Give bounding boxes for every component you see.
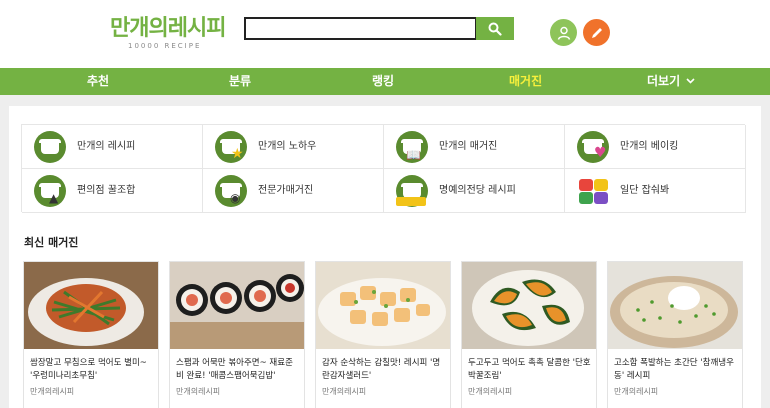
site-header: 만개의레시피 10000 RECIPE: [0, 0, 770, 68]
magazine-thumbnail: [462, 262, 596, 349]
category-label: 일단 잡숴봐: [620, 185, 670, 196]
user-icon: [557, 26, 570, 40]
category-baking[interactable]: ♥ 만개의 베이킹: [565, 125, 746, 169]
magazine-card[interactable]: 두고두고 먹어도 촉촉 달콤한 '단호박꿀조림' 만개의레시피: [461, 261, 597, 408]
category-magazine[interactable]: 📖 만개의 매거진: [384, 125, 565, 169]
category-label: 전문가매거진: [258, 185, 314, 196]
search-input[interactable]: [244, 17, 477, 40]
write-recipe-button[interactable]: [583, 19, 610, 46]
logo-text: 만개의레시피: [110, 16, 226, 41]
category-label: 만개의 베이킹: [620, 141, 679, 152]
category-just-try[interactable]: 일단 잡숴봐: [565, 169, 746, 213]
magazine-thumbnail: [608, 262, 742, 349]
pot-cupcake-icon: ♥: [577, 131, 609, 163]
magazine-card[interactable]: 스팸과 어묵만 볶아주면~ 재료준비 완료! '매콤스팸어묵김밥' 만개의레시피: [169, 261, 305, 408]
magazine-title: 스팸과 어묵만 볶아주면~ 재료준비 완료! '매콤스팸어묵김밥': [176, 358, 293, 381]
magazine-title: 감자 순삭하는 감칠맛! 레시피 '명란감자샐러드': [322, 358, 441, 381]
magazine-card[interactable]: 쌈장말고 무침으로 먹어도 별미~ '우렁미나리초무침' 만개의레시피: [23, 261, 159, 408]
magazine-author: 만개의레시피: [468, 387, 513, 396]
magazine-author: 만개의레시피: [614, 387, 659, 396]
pot-star-icon: ★: [215, 131, 247, 163]
pot-9999-icon: [396, 175, 428, 207]
category-label: 만개의 노하우: [258, 141, 317, 152]
category-convenience[interactable]: ▲ 편의점 꿀조합: [22, 169, 203, 213]
nav-item-ranking[interactable]: 랭킹: [372, 68, 394, 95]
pot-book-icon: 📖: [396, 131, 428, 163]
main-nav: 추천 분류 랭킹 매거진 더보기: [0, 68, 770, 95]
nav-item-recommend[interactable]: 추천: [87, 68, 109, 95]
category-label: 편의점 꿀조합: [77, 185, 136, 196]
pot-icon: [34, 131, 66, 163]
search-icon: [488, 22, 502, 36]
magazine-panel: 만개의 레시피 ★ 만개의 노하우 📖 만개의 매거진 ♥ 만개의 베이킹 ▲ …: [9, 106, 761, 408]
magazine-thumbnail: [24, 262, 158, 349]
magazine-thumbnail: [316, 262, 450, 349]
magazine-card[interactable]: 고소함 폭발하는 초간단 '참깨냉우동' 레시피 만개의레시피: [607, 261, 743, 408]
pot-chef-icon: ◉: [215, 175, 247, 207]
magazine-card[interactable]: 감자 순삭하는 감칠맛! 레시피 '명란감자샐러드' 만개의레시피: [315, 261, 451, 408]
category-knowhow[interactable]: ★ 만개의 노하우: [203, 125, 384, 169]
user-button[interactable]: [550, 19, 577, 46]
nav-item-more-label: 더보기: [647, 74, 681, 88]
category-hall-of-fame[interactable]: 명예의전당 레시피: [384, 169, 565, 213]
nav-item-more[interactable]: 더보기: [647, 68, 695, 95]
pencil-icon: [591, 27, 602, 38]
category-label: 만개의 레시피: [77, 141, 136, 152]
category-recipe[interactable]: 만개의 레시피: [22, 125, 203, 169]
nav-item-category[interactable]: 분류: [229, 68, 251, 95]
magazine-author: 만개의레시피: [322, 387, 367, 396]
magazine-title: 고소함 폭발하는 초간단 '참깨냉우동' 레시피: [614, 358, 734, 381]
magazine-title: 두고두고 먹어도 촉촉 달콤한 '단호박꿀조림': [468, 358, 591, 381]
category-label: 만개의 매거진: [439, 141, 498, 152]
nav-item-magazine[interactable]: 매거진: [509, 68, 542, 95]
taste-logo-icon: [579, 177, 609, 205]
magazine-thumbnail: [170, 262, 304, 349]
magazine-title: 쌈장말고 무침으로 먹어도 별미~ '우렁미나리초무침': [30, 358, 147, 381]
category-label: 명예의전당 레시피: [439, 185, 516, 196]
magazine-author: 만개의레시피: [176, 387, 221, 396]
search-button[interactable]: [476, 17, 514, 40]
chevron-down-icon: [686, 78, 695, 84]
category-expert[interactable]: ◉ 전문가매거진: [203, 169, 384, 213]
logo-subtitle: 10000 RECIPE: [128, 42, 202, 50]
pot-onigiri-icon: ▲: [34, 175, 66, 207]
section-title: 최신 매거진: [24, 236, 79, 249]
magazine-author: 만개의레시피: [30, 387, 75, 396]
category-grid: 만개의 레시피 ★ 만개의 노하우 📖 만개의 매거진 ♥ 만개의 베이킹 ▲ …: [21, 124, 746, 213]
site-logo[interactable]: 만개의레시피 10000 RECIPE: [110, 10, 226, 54]
